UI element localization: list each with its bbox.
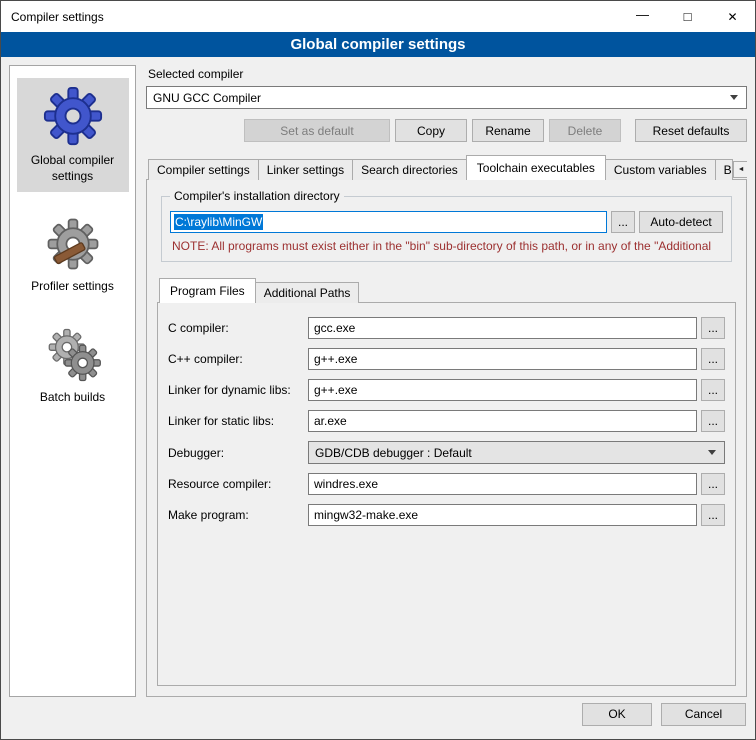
- settings-tabstrip: Compiler settings Linker settings Search…: [146, 155, 747, 180]
- cpp-compiler-label: C++ compiler:: [168, 352, 308, 366]
- tab-additional-paths[interactable]: Additional Paths: [255, 282, 360, 303]
- sidebar-item-global-compiler-settings[interactable]: Global compiler settings: [17, 78, 129, 192]
- debugger-select[interactable]: GDB/CDB debugger : Default: [308, 441, 725, 464]
- form-row-cpp-compiler: C++ compiler: g++.exe ...: [168, 348, 725, 370]
- sidebar-item-label: Batch builds: [40, 390, 105, 406]
- form-row-dynamic-linker: Linker for dynamic libs: g++.exe ...: [168, 379, 725, 401]
- dynamic-linker-browse-button[interactable]: ...: [701, 379, 725, 401]
- form-row-c-compiler: C compiler: gcc.exe ...: [168, 317, 725, 339]
- static-linker-browse-button[interactable]: ...: [701, 410, 725, 432]
- close-button[interactable]: ✕: [710, 1, 755, 32]
- browse-directory-button[interactable]: ...: [611, 211, 635, 233]
- resource-compiler-browse-button[interactable]: ...: [701, 473, 725, 495]
- resource-compiler-value: windres.exe: [314, 477, 378, 491]
- installation-directory-title: Compiler's installation directory: [170, 189, 344, 203]
- cpp-compiler-value: g++.exe: [314, 352, 357, 366]
- tab-scrollers: ◄ ►: [732, 161, 747, 180]
- chevron-down-icon: [730, 95, 738, 100]
- profiler-gear-icon: [45, 216, 101, 272]
- titlebar: Compiler settings — □ ✕: [1, 1, 755, 32]
- tab-scroll-left-icon[interactable]: ◄: [733, 161, 747, 178]
- tab-toolchain-executables[interactable]: Toolchain executables: [466, 155, 606, 180]
- resource-compiler-label: Resource compiler:: [168, 477, 308, 491]
- tab-build-options[interactable]: Buil: [715, 159, 733, 180]
- dynamic-linker-input[interactable]: g++.exe: [308, 379, 697, 401]
- compiler-actions: Set as default Copy Rename Delete Reset …: [146, 119, 747, 142]
- form-row-resource-compiler: Resource compiler: windres.exe ...: [168, 473, 725, 495]
- installation-directory-input[interactable]: C:\raylib\MinGW: [170, 211, 607, 233]
- form-row-debugger: Debugger: GDB/CDB debugger : Default: [168, 441, 725, 464]
- cpp-compiler-input[interactable]: g++.exe: [308, 348, 697, 370]
- maximize-icon: □: [684, 9, 692, 24]
- copy-button[interactable]: Copy: [395, 119, 467, 142]
- c-compiler-value: gcc.exe: [314, 321, 355, 335]
- tab-program-files[interactable]: Program Files: [159, 278, 256, 303]
- program-files-tabstrip: Program Files Additional Paths: [157, 278, 736, 303]
- static-linker-label: Linker for static libs:: [168, 414, 308, 428]
- make-program-browse-button[interactable]: ...: [701, 504, 725, 526]
- compiler-settings-window: Compiler settings — □ ✕ Global compiler …: [0, 0, 756, 740]
- c-compiler-browse-button[interactable]: ...: [701, 317, 725, 339]
- make-program-input[interactable]: mingw32-make.exe: [308, 504, 697, 526]
- dialog-body: Global compiler settings: [1, 57, 755, 699]
- delete-button: Delete: [549, 119, 621, 142]
- tab-custom-variables[interactable]: Custom variables: [605, 159, 716, 180]
- static-linker-value: ar.exe: [314, 414, 347, 428]
- resource-compiler-input[interactable]: windres.exe: [308, 473, 697, 495]
- minimize-button[interactable]: —: [620, 1, 665, 32]
- selected-compiler-label: Selected compiler: [148, 67, 747, 81]
- installation-directory-note: NOTE: All programs must exist either in …: [172, 239, 721, 253]
- selected-compiler-select[interactable]: GNU GCC Compiler: [146, 86, 747, 109]
- sidebar-item-label: Global compiler settings: [19, 153, 127, 184]
- dialog-footer: OK Cancel: [1, 699, 755, 739]
- form-row-static-linker: Linker for static libs: ar.exe ...: [168, 410, 725, 432]
- dialog-header: Global compiler settings: [1, 32, 755, 57]
- set-as-default-button: Set as default: [244, 119, 390, 142]
- debugger-label: Debugger:: [168, 446, 308, 460]
- auto-detect-button[interactable]: Auto-detect: [639, 211, 723, 233]
- settings-category-sidebar: Global compiler settings: [9, 65, 136, 697]
- window-title: Compiler settings: [1, 1, 620, 32]
- tab-search-directories[interactable]: Search directories: [352, 159, 467, 180]
- cancel-button[interactable]: Cancel: [661, 703, 746, 726]
- dynamic-linker-value: g++.exe: [314, 383, 357, 397]
- static-linker-input[interactable]: ar.exe: [308, 410, 697, 432]
- dynamic-linker-label: Linker for dynamic libs:: [168, 383, 308, 397]
- c-compiler-label: C compiler:: [168, 321, 308, 335]
- toolchain-executables-panel: Compiler's installation directory C:\ray…: [146, 179, 747, 697]
- selected-compiler-value: GNU GCC Compiler: [153, 91, 730, 105]
- batch-builds-gears-icon: [45, 327, 101, 383]
- c-compiler-input[interactable]: gcc.exe: [308, 317, 697, 339]
- blue-gear-icon: [43, 86, 103, 146]
- chevron-down-icon: [708, 450, 716, 455]
- installation-directory-groupbox: Compiler's installation directory C:\ray…: [161, 196, 732, 262]
- rename-button[interactable]: Rename: [472, 119, 544, 142]
- reset-defaults-button[interactable]: Reset defaults: [635, 119, 747, 142]
- minimize-icon: —: [636, 7, 649, 22]
- sidebar-item-label: Profiler settings: [31, 279, 114, 295]
- sidebar-item-profiler-settings[interactable]: Profiler settings: [17, 208, 129, 303]
- close-icon: ✕: [727, 10, 737, 24]
- sidebar-item-batch-builds[interactable]: Batch builds: [17, 319, 129, 414]
- tab-linker-settings[interactable]: Linker settings: [258, 159, 353, 180]
- make-program-label: Make program:: [168, 508, 308, 522]
- form-row-make-program: Make program: mingw32-make.exe ...: [168, 504, 725, 526]
- program-files-panel: C compiler: gcc.exe ... C++ compiler: g+…: [157, 302, 736, 686]
- installation-directory-row: C:\raylib\MinGW ... Auto-detect: [170, 211, 723, 233]
- ok-button[interactable]: OK: [582, 703, 652, 726]
- main-content: Selected compiler GNU GCC Compiler Set a…: [146, 65, 747, 697]
- cpp-compiler-browse-button[interactable]: ...: [701, 348, 725, 370]
- tab-compiler-settings[interactable]: Compiler settings: [148, 159, 259, 180]
- debugger-value: GDB/CDB debugger : Default: [315, 446, 708, 460]
- maximize-button[interactable]: □: [665, 1, 710, 32]
- installation-directory-value: C:\raylib\MinGW: [174, 214, 263, 230]
- make-program-value: mingw32-make.exe: [314, 508, 418, 522]
